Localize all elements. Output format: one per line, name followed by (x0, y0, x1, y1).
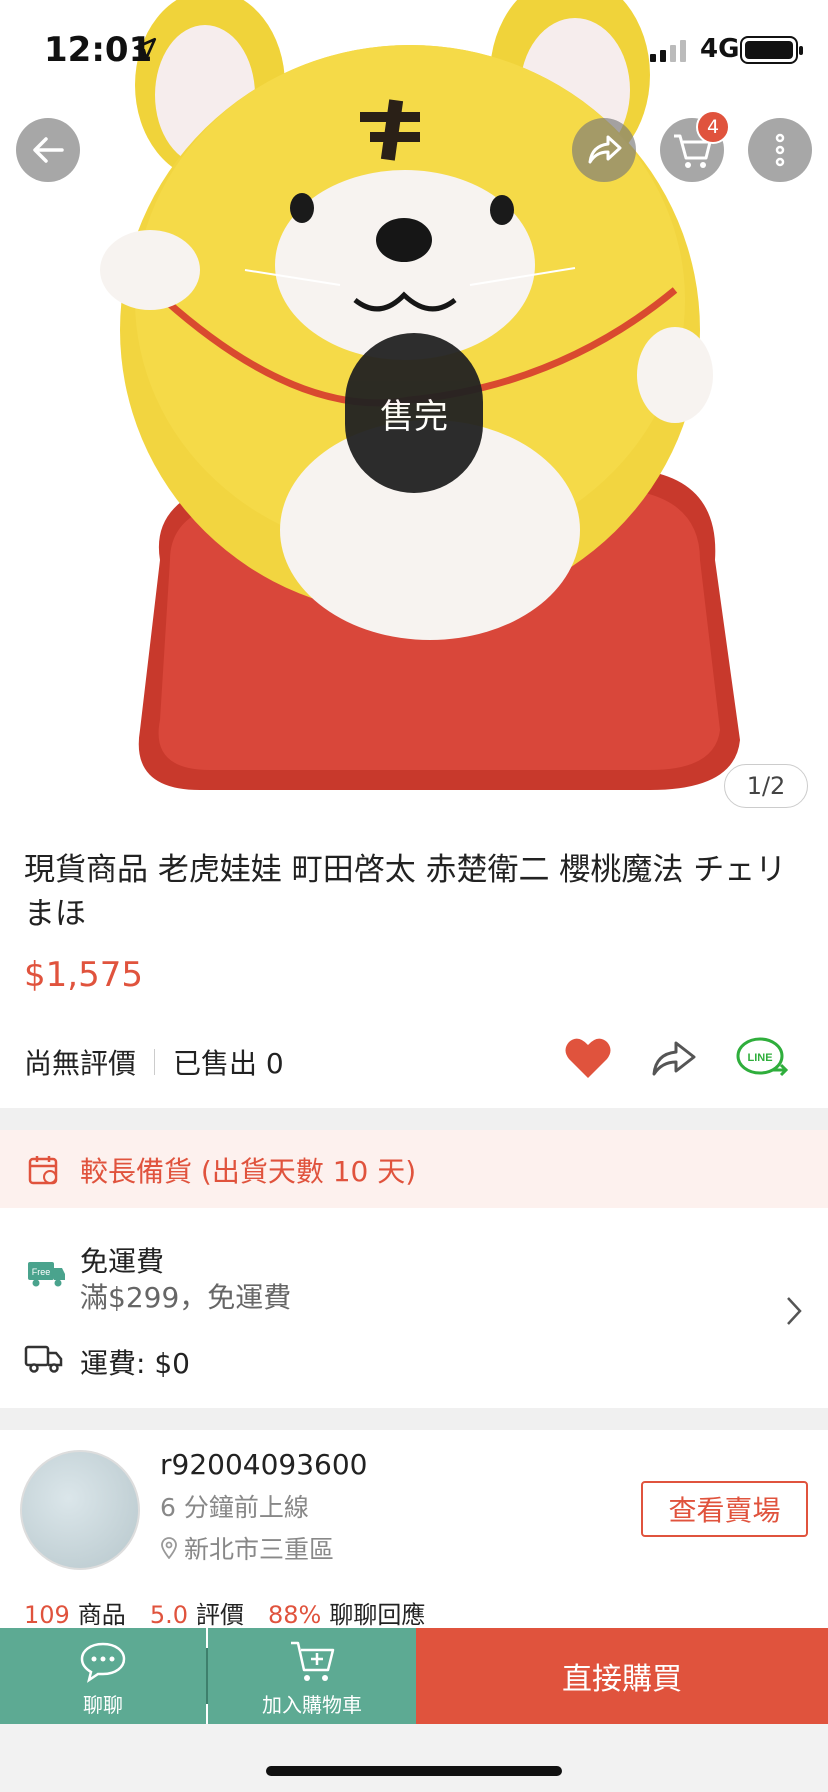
home-indicator[interactable] (266, 1766, 562, 1776)
back-button[interactable] (16, 118, 80, 182)
stat-products: 109 商品 (24, 1601, 126, 1629)
section-gap (0, 1408, 828, 1430)
view-store-button[interactable]: 查看賣場 (641, 1481, 808, 1537)
product-stats: 尚無評價 已售出 0 (24, 1042, 284, 1082)
sold-out-badge: 售完 (345, 333, 483, 493)
divider (154, 1049, 156, 1075)
battery-icon (740, 36, 803, 64)
product-image[interactable]: 12:01 4G 4 售完 1/2 (0, 0, 828, 815)
shipping-fee: 運費: $0 (80, 1347, 190, 1380)
line-share-icon[interactable]: LINE (736, 1036, 790, 1080)
stat-chat-response: 88% 聊聊回應 (267, 1601, 426, 1629)
free-shipping-title: 免運費 (80, 1245, 165, 1278)
more-icon (775, 133, 785, 167)
section-gap (0, 1108, 828, 1130)
rating-text[interactable]: 尚無評價 (24, 1042, 136, 1082)
back-icon (33, 137, 64, 163)
bottom-action-bar: 聊聊 加入購物車 直接購買 (0, 1628, 828, 1724)
chat-button[interactable]: 聊聊 (0, 1628, 206, 1724)
svg-text:LINE: LINE (747, 1052, 772, 1064)
status-bar: 12:01 4G (0, 0, 828, 100)
more-button[interactable] (748, 118, 812, 182)
location-arrow-icon (133, 37, 157, 61)
image-pager: 1/2 (724, 764, 808, 808)
share-outline-icon[interactable] (650, 1036, 698, 1080)
product-price: $1,575 (24, 955, 143, 995)
chevron-right-icon (787, 1297, 802, 1325)
seller-online-status: 6 分鐘前上線 (160, 1493, 309, 1522)
seller-location: 新北市三重區 (160, 1530, 334, 1566)
home-indicator-area (0, 1724, 828, 1792)
free-badge-text: Free (32, 1267, 51, 1277)
add-cart-icon (291, 1641, 335, 1681)
cart-count-badge: 4 (696, 110, 730, 144)
product-title: 現貨商品 老虎娃娃 町田啓太 赤楚衛二 櫻桃魔法 チェリまほ (24, 852, 787, 932)
heart-icon[interactable] (564, 1036, 612, 1080)
chat-label: 聊聊 (83, 1693, 123, 1717)
seller-stats: 109 商品 5.0 評價 88% 聊聊回應 (24, 1595, 449, 1630)
buy-now-button[interactable]: 直接購買 (416, 1628, 828, 1724)
add-cart-label: 加入購物車 (262, 1693, 362, 1717)
seller-avatar[interactable] (20, 1450, 140, 1570)
location-pin-icon (161, 1537, 177, 1559)
cart-button[interactable]: 4 (660, 110, 730, 182)
free-truck-icon: Free (28, 1262, 65, 1287)
network-type: 4G (700, 34, 740, 64)
signal-icon (650, 40, 686, 62)
calendar-icon (28, 1156, 58, 1185)
share-icon (588, 135, 622, 164)
add-to-cart-button[interactable]: 加入購物車 (208, 1628, 416, 1724)
free-shipping-subtitle: 滿$299，免運費 (80, 1281, 292, 1314)
chat-icon (80, 1642, 126, 1683)
seller-name[interactable]: r92004093600 (160, 1448, 367, 1481)
sold-count: 已售出 0 (173, 1047, 284, 1080)
truck-icon (24, 1345, 63, 1373)
notice-text: 較長備貨 (出貨天數 10 天) (80, 1155, 417, 1188)
seller-location-text: 新北市三重區 (184, 1535, 335, 1564)
stat-rating: 5.0 評價 (149, 1601, 244, 1629)
share-button[interactable] (572, 118, 636, 182)
